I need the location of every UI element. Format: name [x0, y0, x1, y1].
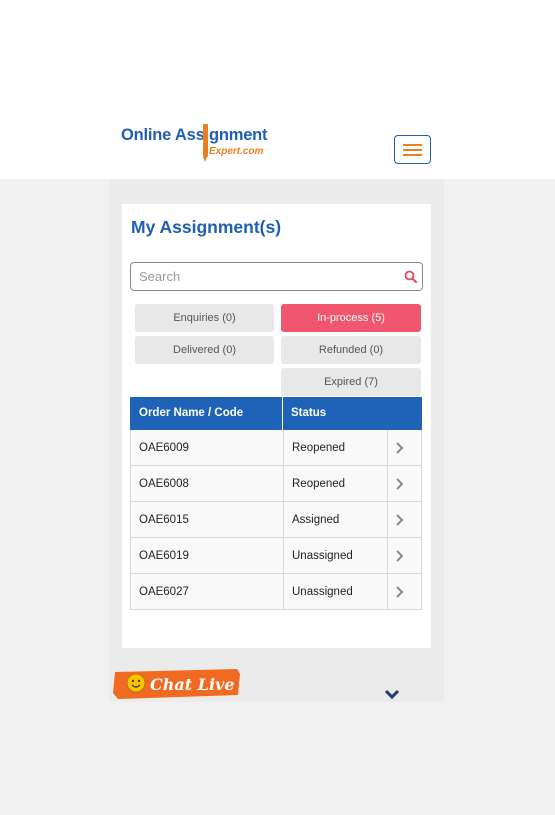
chevron-right-icon[interactable] — [393, 441, 407, 455]
site-logo[interactable]: Online Assignment Expert.com — [121, 124, 281, 164]
chevron-right-icon[interactable] — [393, 513, 407, 527]
tab-enquiries[interactable]: Enquiries (0) — [135, 304, 274, 332]
order-status: Unassigned — [292, 550, 353, 562]
tab-delivered[interactable]: Delivered (0) — [135, 336, 274, 364]
menu-toggle-button[interactable] — [394, 135, 431, 164]
hamburger-line-icon — [403, 144, 422, 146]
orders-table: Order Name / Code Status OAE6009 Reopene… — [130, 397, 422, 610]
search-box — [130, 262, 423, 291]
cell-divider — [283, 574, 284, 609]
tab-refunded[interactable]: Refunded (0) — [281, 336, 421, 364]
cell-divider — [283, 466, 284, 501]
cell-divider — [387, 466, 388, 501]
order-status: Reopened — [292, 442, 346, 454]
tab-in-process[interactable]: In-process (5) — [281, 304, 421, 332]
hamburger-line-icon — [403, 154, 422, 156]
cell-divider — [283, 538, 284, 573]
order-code: OAE6008 — [139, 478, 189, 490]
table-row[interactable]: OAE6019 Unassigned — [130, 538, 422, 574]
chat-live-button[interactable]: Chat Live — [112, 668, 241, 699]
search-input[interactable] — [139, 267, 389, 286]
header-divider — [282, 397, 283, 430]
order-code: OAE6027 — [139, 586, 189, 598]
cell-divider — [387, 574, 388, 609]
chevron-right-icon[interactable] — [393, 477, 407, 491]
table-row[interactable]: OAE6009 Reopened — [130, 430, 422, 466]
tab-expired[interactable]: Expired (7) — [281, 368, 421, 396]
page-title: My Assignment(s) — [131, 217, 282, 237]
table-row[interactable]: OAE6015 Assigned — [130, 502, 422, 538]
cell-divider — [387, 538, 388, 573]
smiley-icon — [126, 673, 146, 693]
cell-divider — [387, 502, 388, 537]
chevron-down-icon[interactable] — [384, 688, 400, 700]
logo-text-main: Online Assignment — [121, 126, 268, 144]
order-status: Reopened — [292, 478, 346, 490]
cell-divider — [387, 430, 388, 465]
hamburger-line-icon — [403, 149, 422, 151]
order-code: OAE6015 — [139, 514, 189, 526]
order-status: Assigned — [292, 514, 340, 526]
chevron-right-icon[interactable] — [393, 549, 407, 563]
logo-text-sub: Expert.com — [209, 146, 264, 157]
table-row[interactable]: OAE6008 Reopened — [130, 466, 422, 502]
cell-divider — [283, 502, 284, 537]
order-code: OAE6009 — [139, 442, 189, 454]
cell-divider — [283, 430, 284, 465]
pencil-logo-icon — [203, 124, 208, 162]
table-row[interactable]: OAE6027 Unassigned — [130, 574, 422, 610]
column-header-status: Status — [291, 407, 327, 419]
table-header: Order Name / Code Status — [130, 397, 422, 430]
search-icon[interactable] — [404, 270, 417, 283]
chat-live-label: Chat Live — [150, 675, 235, 694]
column-header-order: Order Name / Code — [139, 407, 244, 419]
chevron-right-icon[interactable] — [393, 585, 407, 599]
order-code: OAE6019 — [139, 550, 189, 562]
order-status: Unassigned — [292, 586, 353, 598]
